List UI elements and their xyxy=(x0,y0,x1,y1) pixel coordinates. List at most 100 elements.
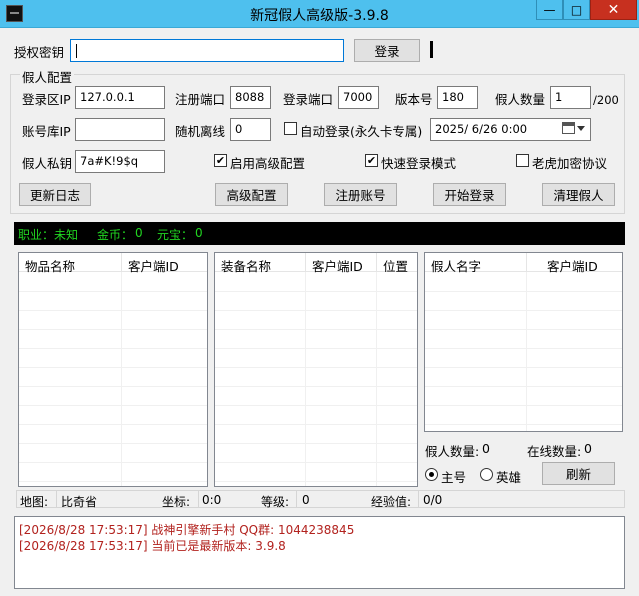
grid-line xyxy=(215,462,417,463)
gold-label: 金币： xyxy=(97,228,134,242)
private-key-input[interactable]: 7a#K!9$q xyxy=(75,150,165,173)
grid-line xyxy=(19,348,207,349)
items-header-name[interactable]: 物品名称 xyxy=(19,253,122,274)
bots-table[interactable]: 假人名字 客户端ID xyxy=(424,252,623,432)
grid-line xyxy=(425,329,622,330)
login-zone-ip-input[interactable]: 127.0.0.1 xyxy=(75,86,165,109)
start-login-button[interactable]: 开始登录 xyxy=(433,183,506,206)
grid-line xyxy=(425,424,622,425)
bots-header-client-id[interactable]: 客户端ID xyxy=(527,253,622,274)
register-port-label: 注册端口 xyxy=(175,92,226,107)
grid-line xyxy=(215,367,417,368)
log-line: [2026/8/28 17:53:17] 战神引擎新手村 QQ群: 104423… xyxy=(19,523,355,537)
grid-line xyxy=(215,329,417,330)
equipment-table[interactable]: 装备名称 客户端ID 位置 xyxy=(214,252,418,487)
login-port-input[interactable]: 7000 xyxy=(338,86,379,109)
check-icon: ✔ xyxy=(215,154,226,167)
map-label: 地图: xyxy=(20,495,49,509)
version-input[interactable]: 180 xyxy=(437,86,478,109)
log-line: [2026/8/28 17:53:17] 当前已是最新版本: 3.9.8 xyxy=(19,539,286,553)
tiger-protocol-checkbox[interactable] xyxy=(516,154,529,167)
grid-line xyxy=(19,310,207,311)
calendar-icon[interactable] xyxy=(562,122,575,134)
grid-line xyxy=(376,272,377,486)
account-db-ip-label: 账号库IP xyxy=(22,124,71,139)
maximize-button[interactable]: □ xyxy=(563,0,590,20)
separator-mark xyxy=(430,41,433,58)
bot-count-stat-label: 假人数量: xyxy=(425,444,480,459)
gold-value: 0 xyxy=(135,226,143,240)
radio-dot-icon xyxy=(429,472,434,477)
auto-login-label: 自动登录(永久卡专属) xyxy=(300,124,423,139)
login-zone-ip-label: 登录区IP xyxy=(22,92,71,107)
private-key-label: 假人私钥 xyxy=(22,156,73,171)
advanced-config-checkbox[interactable]: ✔ xyxy=(214,154,227,167)
grid-line xyxy=(19,462,207,463)
map-value: 比奇省 xyxy=(61,495,98,509)
fast-login-checkbox[interactable]: ✔ xyxy=(365,154,378,167)
update-log-button[interactable]: 更新日志 xyxy=(19,183,91,206)
status-divider xyxy=(198,491,199,507)
bot-count-max: /200 xyxy=(593,93,619,107)
level-label: 等级: xyxy=(261,495,290,509)
bots-header-name[interactable]: 假人名字 xyxy=(425,253,527,274)
yuanbao-value: 0 xyxy=(195,226,203,240)
player-info-bar: 职业： 未知 金币： 0 元宝： 0 xyxy=(14,222,625,245)
grid-line xyxy=(425,367,622,368)
close-button[interactable]: ✕ xyxy=(590,0,637,20)
dropdown-arrow-icon[interactable] xyxy=(577,126,585,131)
grid-line xyxy=(425,291,622,292)
grid-line xyxy=(425,348,622,349)
check-icon: ✔ xyxy=(366,154,377,167)
grid-line xyxy=(19,405,207,406)
equip-header-name[interactable]: 装备名称 xyxy=(215,253,306,274)
minimize-button[interactable]: — xyxy=(536,0,563,20)
status-divider xyxy=(418,491,419,507)
yuanbao-label: 元宝： xyxy=(157,228,194,242)
auth-key-input[interactable] xyxy=(70,39,344,62)
advanced-config-label: 启用高级配置 xyxy=(230,156,306,171)
register-port-input[interactable]: 8088 xyxy=(230,86,271,109)
log-panel[interactable]: [2026/8/28 17:53:17] 战神引擎新手村 QQ群: 104423… xyxy=(14,516,625,589)
fast-login-label: 快速登录模式 xyxy=(381,156,457,171)
job-value: 未知 xyxy=(54,228,79,242)
grid-line xyxy=(215,291,417,292)
auth-key-label: 授权密钥 xyxy=(14,45,65,60)
grid-line xyxy=(526,272,527,431)
items-table[interactable]: 物品名称 客户端ID xyxy=(18,252,208,487)
grid-line xyxy=(19,291,207,292)
job-label: 职业： xyxy=(18,228,55,242)
bot-count-stat-value: 0 xyxy=(482,441,490,456)
equip-header-client-id[interactable]: 客户端ID xyxy=(306,253,377,274)
config-group-title: 假人配置 xyxy=(20,67,75,86)
bot-count-label: 假人数量 xyxy=(495,92,546,107)
auto-login-checkbox[interactable] xyxy=(284,122,297,135)
tiger-protocol-label: 老虎加密协议 xyxy=(532,156,608,171)
main-account-radio[interactable] xyxy=(425,468,438,481)
login-button[interactable]: 登录 xyxy=(354,39,420,62)
grid-line xyxy=(305,272,306,486)
exp-label: 经验值: xyxy=(371,495,412,509)
grid-line xyxy=(425,310,622,311)
level-value: 0 xyxy=(302,493,310,507)
grid-line xyxy=(19,329,207,330)
random-offline-input[interactable]: 0 xyxy=(230,118,271,141)
hero-radio[interactable] xyxy=(480,468,493,481)
items-header-client-id[interactable]: 客户端ID xyxy=(122,253,207,274)
equip-header-position[interactable]: 位置 xyxy=(377,253,417,274)
random-offline-label: 随机离线 xyxy=(175,124,226,139)
account-db-ip-input[interactable] xyxy=(75,118,165,141)
clear-bots-button[interactable]: 清理假人 xyxy=(542,183,615,206)
title-bar[interactable]: 新冠假人高级版-3.9.8 — □ ✕ xyxy=(0,0,639,28)
advanced-config-button[interactable]: 高级配置 xyxy=(215,183,288,206)
grid-line xyxy=(19,386,207,387)
grid-line xyxy=(425,386,622,387)
status-divider xyxy=(296,491,297,507)
online-count-value: 0 xyxy=(584,441,592,456)
refresh-button[interactable]: 刷新 xyxy=(542,462,615,485)
register-account-button[interactable]: 注册账号 xyxy=(324,183,397,206)
grid-line xyxy=(215,443,417,444)
bot-count-input[interactable]: 1 xyxy=(550,86,591,109)
grid-line xyxy=(215,386,417,387)
datetime-value: 2025/ 6/26 0:00 xyxy=(435,122,528,136)
